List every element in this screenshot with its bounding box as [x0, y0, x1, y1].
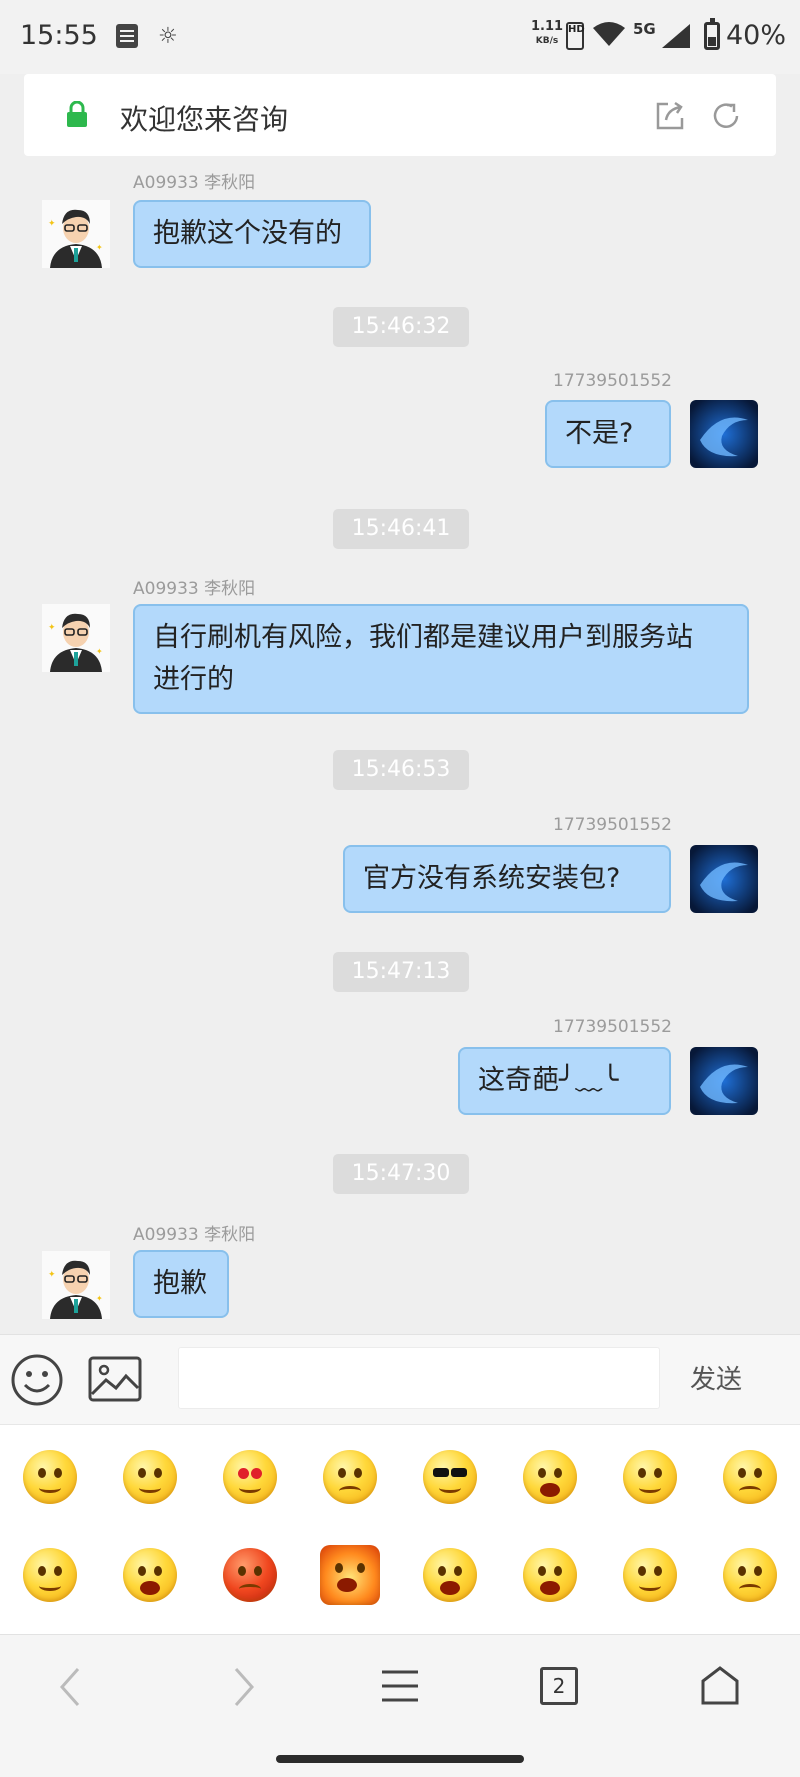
- chat-history[interactable]: A09933 李秋阳 ✦ ✦ 抱歉这个没有的 15:46:32 17739501…: [0, 164, 800, 1334]
- forward-icon[interactable]: [232, 1667, 256, 1707]
- menu-icon[interactable]: [380, 1669, 420, 1703]
- emoji-sad-icon[interactable]: [723, 1548, 777, 1602]
- user-avatar: [690, 845, 758, 913]
- message-timestamp: 15:47:13: [333, 952, 469, 992]
- battery-icon: [704, 18, 720, 50]
- emoji-sleepy-icon[interactable]: [23, 1548, 77, 1602]
- svg-text:✦: ✦: [48, 623, 56, 633]
- svg-text:✦: ✦: [96, 243, 103, 252]
- message-bubble-agent[interactable]: 抱歉这个没有的: [133, 200, 371, 268]
- network-speed-unit: KB/s: [535, 36, 559, 46]
- eye-comfort-icon: ☼: [158, 24, 178, 49]
- user-avatar: [690, 400, 758, 468]
- svg-text:✦: ✦: [96, 647, 103, 656]
- tab-count: 2: [552, 1674, 566, 1698]
- emoji-wink-tongue-icon[interactable]: [623, 1548, 677, 1602]
- sender-name: A09933 李秋阳: [133, 579, 256, 599]
- emoji-furious-fire-icon[interactable]: [320, 1545, 380, 1605]
- page-title: 欢迎您来咨询: [120, 103, 289, 136]
- sender-name: 17739501552: [553, 371, 672, 391]
- emoji-smile-icon[interactable]: [23, 1450, 77, 1504]
- agent-avatar: ✦ ✦: [42, 200, 110, 268]
- emoji-grin-icon[interactable]: [523, 1548, 577, 1602]
- sender-name: A09933 李秋阳: [133, 1225, 256, 1245]
- emoji-cover-mouth-icon[interactable]: [723, 1450, 777, 1504]
- message-input[interactable]: [178, 1347, 660, 1409]
- send-button[interactable]: 发送: [690, 1359, 742, 1396]
- message-composer: 发送: [0, 1334, 800, 1424]
- browser-nav-bar: 2: [0, 1634, 800, 1777]
- emoji-angry-icon[interactable]: [223, 1548, 277, 1602]
- emoji-heart-eyes-icon[interactable]: [223, 1450, 277, 1504]
- sender-name: 17739501552: [553, 815, 672, 835]
- hd-voice-icon: HD: [566, 22, 585, 50]
- message-bubble-agent[interactable]: 自行刷机有风险，我们都是建议用户到服务站 进行的: [133, 604, 749, 714]
- hd-label: HD: [568, 24, 585, 35]
- sender-name: 17739501552: [553, 1017, 672, 1037]
- signal-icon: [662, 24, 690, 48]
- user-avatar: [690, 1047, 758, 1115]
- emoji-panel: [0, 1424, 800, 1634]
- notification-icon: [116, 24, 138, 48]
- emoji-laugh-tears-icon[interactable]: [523, 1450, 577, 1504]
- title-bar: 欢迎您来咨询: [24, 74, 776, 156]
- status-bar: 15:55 ☼ 1.11 KB/s HD 5G 40%: [0, 0, 800, 74]
- agent-avatar: ✦ ✦: [42, 1251, 110, 1319]
- emoji-dizzy-icon[interactable]: [323, 1450, 377, 1504]
- message-timestamp: 15:46:53: [333, 750, 469, 790]
- message-bubble-agent[interactable]: 抱歉: [133, 1250, 229, 1318]
- emoji-shy-icon[interactable]: [123, 1450, 177, 1504]
- lock-icon: [67, 101, 87, 127]
- sender-name: A09933 李秋阳: [133, 173, 256, 193]
- agent-avatar: ✦ ✦: [42, 604, 110, 672]
- emoji-tongue-icon[interactable]: [423, 1548, 477, 1602]
- svg-text:✦: ✦: [48, 219, 56, 229]
- home-indicator[interactable]: [276, 1755, 524, 1763]
- network-speed: 1.11 KB/s: [531, 20, 563, 48]
- refresh-icon[interactable]: [710, 100, 742, 132]
- svg-text:✦: ✦: [96, 1294, 103, 1303]
- battery-percent: 40%: [726, 20, 787, 51]
- home-icon[interactable]: [700, 1665, 740, 1705]
- message-line: 自行刷机有风险，我们都是建议用户到服务站: [153, 622, 693, 653]
- emoji-icon[interactable]: [10, 1353, 64, 1407]
- svg-text:✦: ✦: [48, 1270, 56, 1280]
- clock: 15:55: [20, 20, 98, 51]
- network-type: 5G: [633, 20, 656, 38]
- message-timestamp: 15:47:30: [333, 1154, 469, 1194]
- message-bubble-user[interactable]: 官方没有系统安装包?: [343, 845, 671, 913]
- message-bubble-user[interactable]: 不是?: [545, 400, 671, 468]
- tabs-button[interactable]: 2: [540, 1667, 578, 1705]
- back-icon[interactable]: [58, 1667, 82, 1707]
- wifi-icon: [593, 22, 625, 46]
- emoji-cry-icon[interactable]: [123, 1548, 177, 1602]
- network-speed-value: 1.11: [531, 19, 564, 34]
- share-icon[interactable]: [654, 100, 686, 132]
- message-line: 进行的: [153, 664, 234, 695]
- message-bubble-user[interactable]: 这奇葩╯﹏╰: [458, 1047, 671, 1115]
- message-timestamp: 15:46:32: [333, 307, 469, 347]
- message-timestamp: 15:46:41: [333, 509, 469, 549]
- emoji-cool-sunglasses-icon[interactable]: [423, 1450, 477, 1504]
- emoji-cute-icon[interactable]: [623, 1450, 677, 1504]
- image-icon[interactable]: [88, 1356, 142, 1402]
